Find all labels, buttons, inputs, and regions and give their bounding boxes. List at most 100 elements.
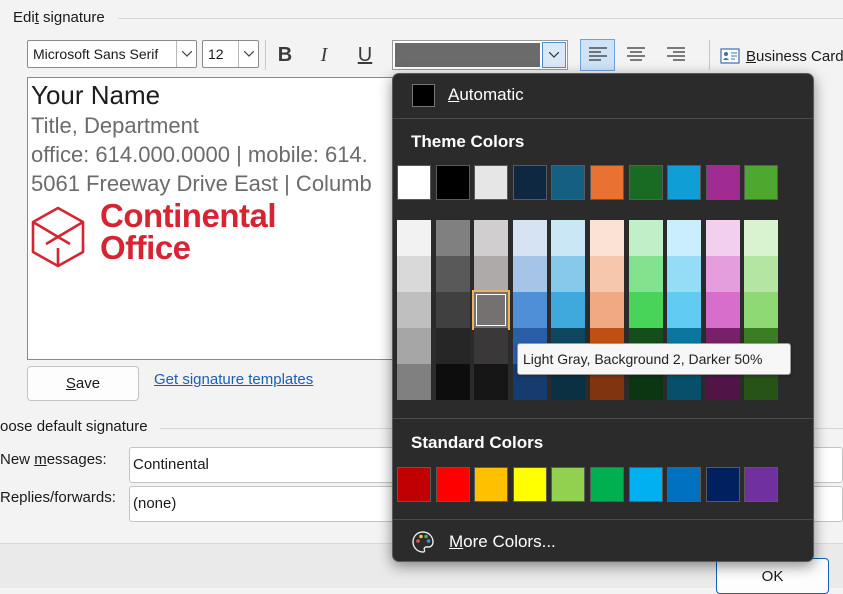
theme-shade-swatch[interactable] [705,220,740,256]
chevron-down-icon [176,41,196,67]
theme-shade-swatch[interactable] [474,220,509,256]
color-tooltip: Light Gray, Background 2, Darker 50% [517,343,791,375]
theme-shade-swatch[interactable] [628,256,663,292]
signature-address: 5061 Freeway Drive East | Columb [31,171,372,196]
theme-color-swatch[interactable] [667,165,702,200]
theme-shade-swatch[interactable] [397,328,431,364]
popup-divider [393,418,813,419]
theme-shade-swatch[interactable] [474,256,509,292]
theme-shade-swatch[interactable] [628,220,663,256]
business-card-icon [720,48,740,64]
theme-shade-swatch[interactable] [472,290,511,330]
standard-color-swatch[interactable] [435,467,470,502]
business-card-button[interactable]: Business Card [720,44,843,68]
theme-shade-swatch[interactable] [512,292,547,328]
italic-button[interactable]: I [309,40,339,70]
align-left-button[interactable] [580,39,615,71]
font-size-dropdown[interactable]: 12 [202,40,259,68]
automatic-color-option[interactable]: Automatic [393,74,813,118]
signature-phones: office: 614.000.0000 | mobile: 614. [31,142,368,167]
standard-colors-heading: Standard Colors [411,433,544,452]
theme-color-swatch[interactable] [512,165,547,200]
get-signature-templates-link[interactable]: Get signature templates [154,371,313,388]
palette-icon [412,531,434,553]
save-button[interactable]: Save [27,366,139,401]
align-right-button[interactable] [658,39,693,71]
theme-shade-swatch[interactable] [744,220,779,256]
standard-color-swatch[interactable] [512,467,547,502]
theme-shade-swatch[interactable] [744,292,779,328]
theme-shade-swatch[interactable] [744,256,779,292]
toolbar-separator [265,40,266,70]
font-color-dropdown[interactable] [392,40,568,70]
standard-color-swatch[interactable] [667,467,702,502]
theme-shade-swatch[interactable] [667,220,702,256]
theme-color-swatch[interactable] [474,165,509,200]
new-messages-label: New messages: [0,451,107,468]
theme-shade-swatch[interactable] [551,292,586,328]
standard-color-swatch[interactable] [628,467,663,502]
theme-shade-swatch[interactable] [551,256,586,292]
align-center-button[interactable] [618,39,653,71]
theme-shade-swatch[interactable] [667,292,702,328]
theme-shade-swatch[interactable] [705,256,740,292]
theme-shade-swatch[interactable] [512,256,547,292]
align-right-icon [666,47,685,61]
theme-shade-swatch[interactable] [397,364,431,400]
theme-shade-swatch[interactable] [705,292,740,328]
logo-wordmark: Continental Office [100,197,276,266]
theme-color-swatch[interactable] [397,165,431,200]
theme-shade-swatch[interactable] [435,364,470,400]
automatic-label: Automatic [448,85,524,104]
theme-shade-swatch[interactable] [435,256,470,292]
theme-shade-swatch[interactable] [397,292,431,328]
theme-shade-swatch[interactable] [628,292,663,328]
popup-divider [393,118,813,119]
theme-color-swatch[interactable] [551,165,586,200]
font-color-swatch [395,43,540,67]
edit-signature-title: Edit signature [13,9,105,26]
theme-shade-swatch[interactable] [667,256,702,292]
theme-shade-swatch[interactable] [474,328,509,364]
underline-button[interactable]: U [350,40,380,70]
more-colors-option[interactable]: More Colors... [393,520,813,562]
standard-color-swatch[interactable] [705,467,740,502]
theme-color-swatch[interactable] [705,165,740,200]
theme-shade-swatch[interactable] [512,220,547,256]
standard-color-swatch[interactable] [744,467,779,502]
theme-colors-heading: Theme Colors [411,132,525,151]
theme-shade-swatch[interactable] [474,364,509,400]
theme-shade-swatch[interactable] [397,256,431,292]
ok-button[interactable]: OK [716,558,829,594]
theme-shade-swatch[interactable] [590,256,624,292]
bold-button[interactable]: B [270,40,300,70]
theme-color-swatch[interactable] [628,165,663,200]
replies-forwards-label: Replies/forwards: [0,489,116,506]
theme-shade-swatch[interactable] [590,292,624,328]
align-left-icon [588,47,607,61]
chevron-down-icon[interactable] [542,42,566,68]
theme-color-swatch[interactable] [435,165,470,200]
align-center-icon [626,47,645,61]
theme-shade-swatch[interactable] [397,220,431,256]
standard-color-swatch[interactable] [397,467,431,502]
standard-color-swatch[interactable] [590,467,624,502]
theme-shade-swatch[interactable] [590,220,624,256]
continental-logo-icon [31,206,85,268]
signature-name: Your Name [31,80,161,110]
theme-shade-swatch[interactable] [435,220,470,256]
standard-color-swatch[interactable] [551,467,586,502]
toolbar-separator [709,40,710,70]
theme-shade-swatch[interactable] [435,328,470,364]
theme-shade-swatch[interactable] [435,292,470,328]
font-color-popup: Automatic Theme Colors Standard Colors M… [392,73,814,562]
theme-color-swatch[interactable] [590,165,624,200]
theme-color-swatch[interactable] [744,165,779,200]
font-name-dropdown[interactable]: Microsoft Sans Serif [27,40,197,68]
signature-editor[interactable]: Your Name Title, Department office: 614.… [27,77,407,360]
standard-color-swatch[interactable] [474,467,509,502]
automatic-swatch [412,84,435,107]
signature-title: Title, Department [31,113,199,138]
default-signature-title: oose default signature [0,418,148,435]
theme-shade-swatch[interactable] [551,220,586,256]
